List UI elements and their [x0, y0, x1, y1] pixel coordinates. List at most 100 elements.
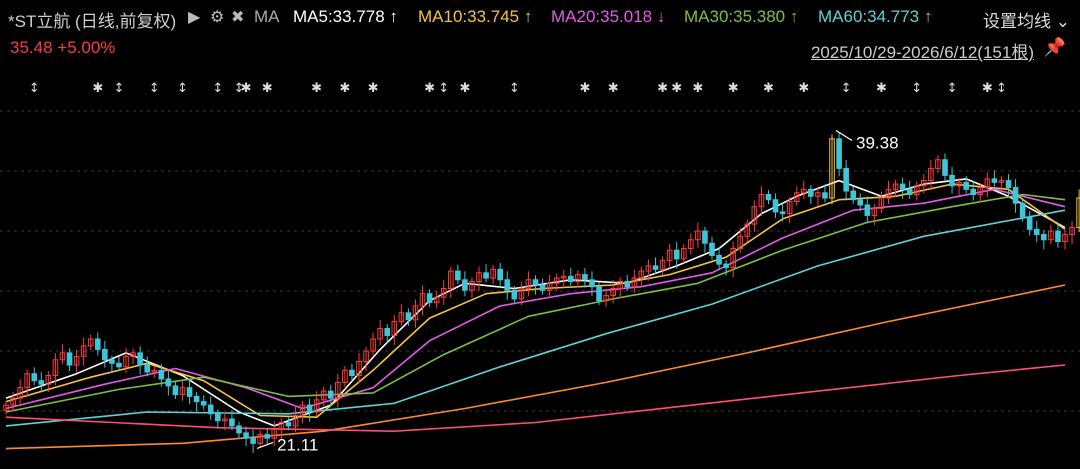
- candle-body: [1019, 202, 1026, 218]
- candle-body: [327, 390, 334, 399]
- updown-marker: ↕: [996, 81, 1007, 96]
- candle-body: [970, 188, 977, 196]
- ma-lines: [5, 178, 1066, 450]
- candle-body: [1005, 180, 1012, 189]
- candle-body: [193, 395, 200, 403]
- candle-body: [504, 279, 511, 291]
- candle-body: [582, 274, 588, 281]
- ma20-line: [5, 188, 1066, 410]
- candle-body: [568, 275, 574, 283]
- candle-body: [808, 188, 814, 197]
- star-marker: ✱: [763, 81, 774, 96]
- candle-body: [426, 293, 433, 303]
- candle-body: [596, 286, 602, 302]
- star-marker: ✱: [459, 81, 470, 96]
- candle-body: [31, 373, 38, 382]
- star-marker: ✱: [608, 81, 619, 96]
- updown-marker: ↕: [947, 81, 958, 96]
- star-marker: ✱: [241, 81, 252, 96]
- candle-body: [116, 362, 122, 368]
- annotation-label: 21.11: [277, 435, 318, 454]
- candle-body: [158, 369, 165, 380]
- candle-body: [857, 199, 864, 206]
- candle-body: [250, 437, 256, 444]
- star-marker: ✱: [368, 81, 379, 96]
- candle-body: [539, 284, 546, 291]
- candle-body: [215, 413, 221, 422]
- event-markers: ↕ ✱ ↕ ↕ ↕ ↕ ↕✱ ✱ ✱ ✱ ✱ ✱ ↕ ✱ ↕ ✱ ✱ ✱ ✱ ✱ ✱ ✱ ✱ ↕ ✱ ↕ ↕ ✱ ↕: [29, 81, 1007, 96]
- candle-body: [822, 192, 828, 199]
- star-marker: ✱: [671, 81, 682, 96]
- updown-marker: ↕: [114, 81, 125, 96]
- candles: [3, 132, 1080, 453]
- updown-marker: ↕: [509, 81, 520, 96]
- candle-body: [186, 387, 193, 397]
- candle-body: [66, 352, 73, 366]
- candle-body: [137, 352, 143, 366]
- star-marker: ✱: [728, 81, 739, 96]
- updown-marker: ↕: [911, 81, 922, 96]
- candle-body: [1055, 230, 1061, 242]
- star-marker: ✱: [657, 81, 668, 96]
- candle-body: [236, 425, 242, 434]
- candle-body: [306, 404, 313, 413]
- candle-body: [497, 268, 503, 281]
- candle-body: [229, 418, 235, 427]
- candle-body: [511, 289, 518, 300]
- candle-body: [949, 174, 955, 187]
- candle-body: [1012, 187, 1019, 204]
- updown-marker: ↕: [149, 81, 160, 96]
- kline-chart[interactable]: ↕ ✱ ↕ ↕ ↕ ↕ ↕✱ ✱ ✱ ✱ ✱ ✱ ↕ ✱ ↕ ✱ ✱ ✱ ✱ ✱ ✱ ✱ ✱ ↕ ✱ ↕ ↕ ✱ ↕ 39.3821.1…: [0, 0, 1080, 469]
- candle-body: [1041, 234, 1047, 241]
- candle-body: [836, 138, 842, 169]
- star-marker: ✱: [424, 81, 435, 96]
- ma120-line: [5, 284, 1066, 450]
- star-marker: ✱: [982, 81, 993, 96]
- updown-marker: ↕: [841, 81, 852, 96]
- star-marker: ✱: [311, 81, 322, 96]
- candle-body: [709, 242, 715, 256]
- ma30-line: [5, 193, 1066, 413]
- candle-body: [1033, 228, 1040, 236]
- candle-body: [589, 279, 595, 288]
- candle-body: [243, 432, 249, 439]
- star-marker: ✱: [339, 81, 350, 96]
- candle-body: [772, 199, 779, 213]
- candle-body: [532, 279, 539, 286]
- star-marker: ✱: [92, 81, 103, 96]
- updown-marker: ↕: [29, 81, 40, 96]
- candle-body: [144, 364, 150, 373]
- candle-body: [702, 230, 708, 244]
- updown-marker: ↕: [212, 81, 223, 96]
- ma250-line: [5, 364, 1066, 433]
- candle-body: [906, 188, 913, 196]
- candle-body: [779, 211, 786, 215]
- candle-body: [384, 328, 391, 336]
- candle-body: [963, 181, 969, 190]
- star-marker: ✱: [579, 81, 590, 96]
- candle-body: [723, 263, 729, 269]
- candle-body: [462, 279, 468, 291]
- updown-marker: ↕: [438, 81, 449, 96]
- candle-body: [200, 401, 207, 406]
- candle-body: [165, 378, 172, 387]
- candle-body: [172, 385, 179, 396]
- candle-body: [899, 183, 906, 190]
- candle-body: [109, 359, 115, 364]
- candle-body: [673, 249, 680, 260]
- candle-body: [843, 167, 849, 192]
- candle-body: [349, 369, 355, 376]
- candle-body: [483, 272, 489, 279]
- candle-body: [942, 159, 948, 176]
- star-marker: ✱: [262, 81, 273, 96]
- candle-body: [94, 338, 101, 350]
- candle-body: [285, 421, 292, 427]
- candle-body: [207, 404, 214, 415]
- star-marker: ✱: [876, 81, 887, 96]
- candle-body: [850, 190, 857, 201]
- candle-body: [652, 265, 659, 270]
- candle-body: [455, 270, 461, 281]
- updown-marker: ↕: [177, 81, 188, 96]
- candle-body: [405, 312, 412, 321]
- grid: [0, 110, 1080, 412]
